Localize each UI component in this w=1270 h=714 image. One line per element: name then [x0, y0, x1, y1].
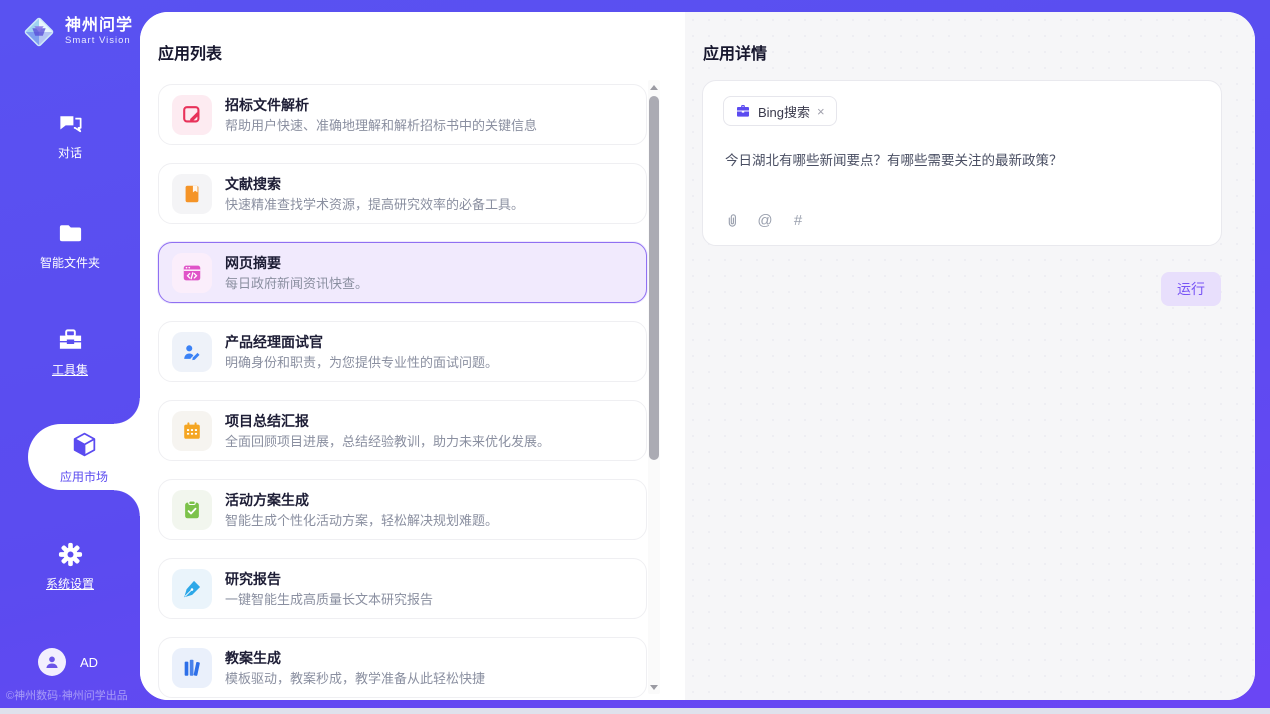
app-description: 帮助用户快速、准确地理解和解析招标书中的关键信息 — [225, 117, 537, 134]
app-list-panel: 应用列表 招标文件解析 帮助用户快速、准确地理解和解析招标书中的关键信息 — [140, 12, 685, 700]
user-account[interactable]: AD — [38, 648, 98, 676]
triangle-down-icon — [650, 685, 658, 690]
app-name: 项目总结汇报 — [225, 412, 550, 430]
folder-icon — [57, 220, 84, 247]
app-card-web-summary[interactable]: 网页摘要 每日政府新闻资讯快查。 — [158, 242, 647, 303]
close-icon[interactable]: × — [817, 105, 825, 118]
tab-curve-bottom — [114, 490, 140, 516]
toolbox-icon — [57, 327, 84, 354]
app-logo: 神州问学 Smart Vision — [20, 13, 133, 51]
chat-icon — [57, 110, 84, 137]
person-icon — [43, 653, 61, 671]
sidebar-item-label: 工具集 — [52, 361, 88, 378]
scrollbar-up-button[interactable] — [648, 80, 660, 94]
app-list-scrollbar[interactable] — [648, 80, 660, 694]
app-list-title: 应用列表 — [158, 40, 222, 64]
browser-code-icon — [172, 253, 212, 293]
sidebar-item-settings[interactable]: 系统设置 — [0, 541, 140, 592]
interviewer-icon — [172, 332, 212, 372]
app-card-literature-search[interactable]: 文献搜索 快速精准查找学术资源，提高研究效率的必备工具。 — [158, 163, 647, 224]
sidebar-item-label: 应用市场 — [60, 468, 108, 485]
app-name: 活动方案生成 — [225, 491, 498, 509]
app-card-event-plan[interactable]: 活动方案生成 智能生成个性化活动方案，轻松解决规划难题。 — [158, 479, 647, 540]
app-detail-panel: 应用详情 Bing搜索 × 今日湖北有哪些新闻要点？有哪些需要关注的最新政策？ … — [685, 12, 1255, 700]
clipboard-check-icon — [172, 490, 212, 530]
brand-name: 神州问学 — [65, 17, 133, 35]
attachment-icon[interactable] — [723, 211, 741, 229]
app-name: 文献搜索 — [225, 175, 524, 193]
sidebar-item-chat[interactable]: 对话 — [0, 110, 140, 161]
app-description: 模板驱动，教案秒成，教学准备从此轻松快捷 — [225, 670, 485, 687]
mention-icon[interactable]: @ — [756, 211, 774, 229]
window-bottom-edge — [0, 708, 1270, 714]
pen-nib-icon — [172, 569, 212, 609]
app-card-bid-document-parsing[interactable]: 招标文件解析 帮助用户快速、准确地理解和解析招标书中的关键信息 — [158, 84, 647, 145]
sidebar-item-label: 智能文件夹 — [40, 254, 100, 271]
app-description: 每日政府新闻资讯快查。 — [225, 275, 368, 292]
gear-icon — [57, 541, 84, 568]
app-name: 教案生成 — [225, 649, 485, 667]
brand-subtitle: Smart Vision — [65, 35, 133, 47]
tool-tag-label: Bing搜索 — [758, 102, 810, 121]
triangle-up-icon — [650, 85, 658, 90]
app-description: 快速精准查找学术资源，提高研究效率的必备工具。 — [225, 196, 524, 213]
copyright-text: ©神州数码·神州问学出品 — [6, 687, 128, 703]
app-description: 全面回顾项目进展，总结经验教训，助力未来优化发展。 — [225, 433, 550, 450]
edit-document-icon — [172, 95, 212, 135]
prompt-text[interactable]: 今日湖北有哪些新闻要点？有哪些需要关注的最新政策？ — [725, 151, 1201, 170]
logo-diamond-icon — [20, 13, 58, 51]
book-icon — [172, 174, 212, 214]
app-name: 研究报告 — [225, 570, 433, 588]
tool-tag-bing-search[interactable]: Bing搜索 × — [723, 96, 837, 126]
app-detail-title: 应用详情 — [703, 40, 767, 64]
briefcase-icon — [735, 103, 751, 119]
sidebar-item-label: 对话 — [58, 144, 82, 161]
app-name: 网页摘要 — [225, 254, 368, 272]
prompt-card[interactable]: Bing搜索 × 今日湖北有哪些新闻要点？有哪些需要关注的最新政策？ @ # — [702, 80, 1222, 246]
app-card-project-summary[interactable]: 项目总结汇报 全面回顾项目进展，总结经验教训，助力未来优化发展。 — [158, 400, 647, 461]
cube-icon — [70, 430, 99, 464]
sidebar-item-toolset[interactable]: 工具集 — [0, 327, 140, 378]
main-content: 应用列表 招标文件解析 帮助用户快速、准确地理解和解析招标书中的关键信息 — [140, 12, 1255, 700]
app-card-research-report[interactable]: 研究报告 一键智能生成高质量长文本研究报告 — [158, 558, 647, 619]
prompt-toolbar: @ # — [723, 211, 807, 229]
app-name: 产品经理面试官 — [225, 333, 498, 351]
app-name: 招标文件解析 — [225, 96, 537, 114]
app-description: 智能生成个性化活动方案，轻松解决规划难题。 — [225, 512, 498, 529]
app-description: 一键智能生成高质量长文本研究报告 — [225, 591, 433, 608]
calendar-report-icon — [172, 411, 212, 451]
sidebar-item-app-market[interactable]: 应用市场 — [28, 424, 140, 490]
user-initials: AD — [80, 655, 98, 670]
sidebar-item-label: 系统设置 — [46, 575, 94, 592]
hashtag-icon[interactable]: # — [789, 211, 807, 229]
app-description: 明确身份和职责，为您提供专业性的面试问题。 — [225, 354, 498, 371]
app-card-pm-interviewer[interactable]: 产品经理面试官 明确身份和职责，为您提供专业性的面试问题。 — [158, 321, 647, 382]
sidebar-item-smart-folder[interactable]: 智能文件夹 — [0, 220, 140, 271]
books-icon — [172, 648, 212, 688]
sidebar-active-tab: 应用市场 — [28, 424, 140, 490]
sidebar: 神州问学 Smart Vision 对话 智能文件夹 — [0, 0, 140, 708]
tab-curve-top — [114, 398, 140, 424]
run-button[interactable]: 运行 — [1161, 272, 1221, 306]
app-card-lesson-plan[interactable]: 教案生成 模板驱动，教案秒成，教学准备从此轻松快捷 — [158, 637, 647, 698]
app-list: 招标文件解析 帮助用户快速、准确地理解和解析招标书中的关键信息 文献搜索 快速精… — [158, 84, 647, 700]
avatar — [38, 648, 66, 676]
scrollbar-down-button[interactable] — [648, 680, 660, 694]
scrollbar-thumb[interactable] — [649, 96, 659, 460]
